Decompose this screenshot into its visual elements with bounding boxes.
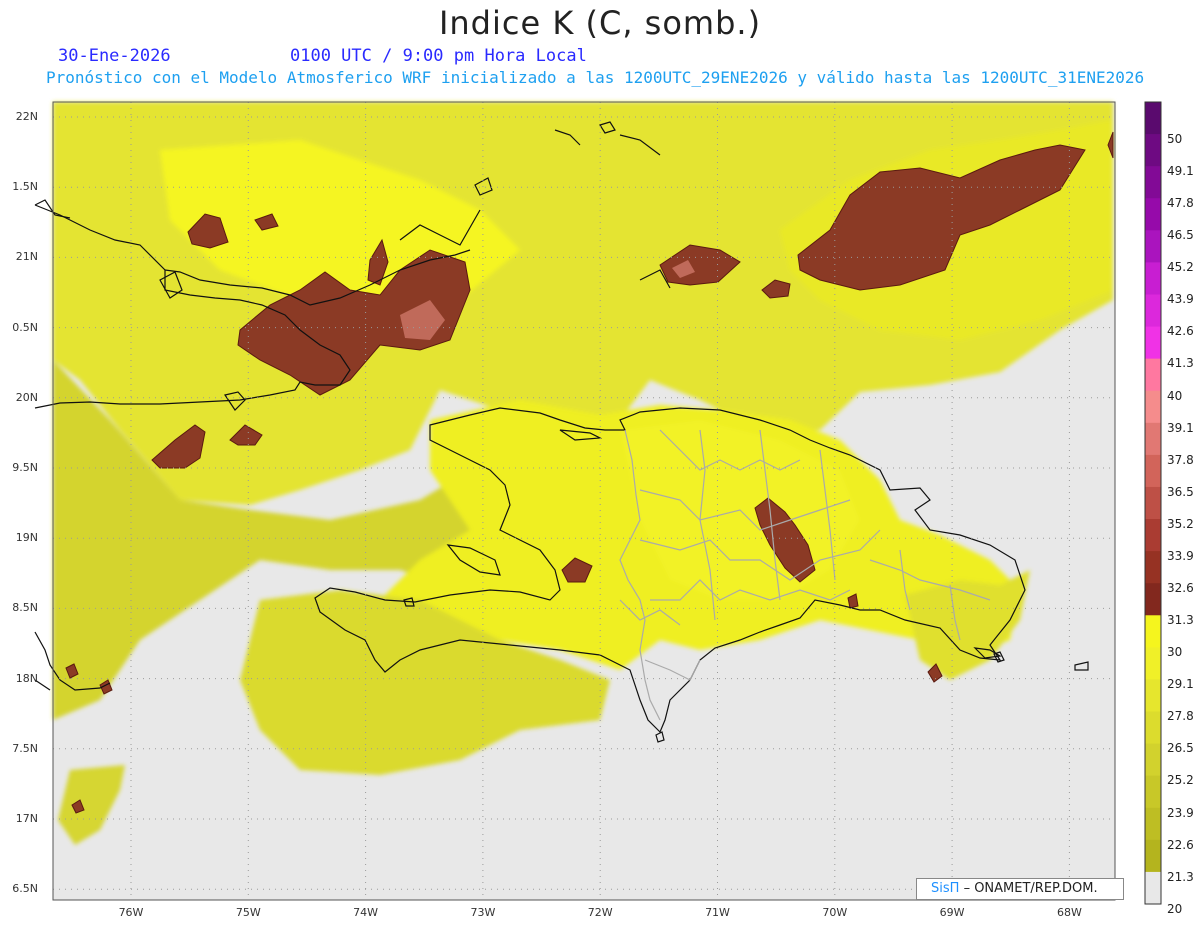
- latitude-label: 21N: [15, 250, 38, 264]
- latitude-label: 7.5N: [12, 741, 38, 755]
- color-scale-cell: [1145, 583, 1161, 616]
- color-scale-cell: [1145, 166, 1161, 199]
- color-scale-label: 23.9: [1167, 805, 1194, 820]
- credit-box: SisΠ – ONAMET/REP.DOM.: [916, 878, 1124, 900]
- longitude-label: 75W: [235, 906, 261, 919]
- color-scale-cell: [1145, 326, 1161, 360]
- color-scale-cell: [1145, 679, 1161, 713]
- color-scale-cell: [1145, 102, 1161, 135]
- color-scale-cell: [1145, 615, 1161, 648]
- color-scale-label: 21.3: [1167, 869, 1194, 884]
- color-scale-cell: [1145, 134, 1161, 167]
- color-scale-label: 49.1: [1167, 163, 1194, 178]
- latitude-label: 6.5N: [12, 882, 38, 896]
- color-scale-cell: [1145, 647, 1161, 680]
- credit-brand: SisΠ: [931, 881, 960, 896]
- color-scale-label: 27.8: [1167, 709, 1194, 724]
- latitude-label: 19N: [15, 531, 38, 545]
- color-scale-label: 39.1: [1167, 420, 1194, 435]
- color-scale-label: 22.6: [1167, 837, 1194, 852]
- latitude-label: 17N: [15, 812, 38, 825]
- color-scale-cell: [1145, 743, 1161, 777]
- longitude-label: 74W: [353, 906, 379, 919]
- longitude-label: 71W: [705, 906, 730, 919]
- color-scale-label: 33.9: [1167, 548, 1194, 563]
- latitude-label: 20N: [15, 390, 38, 404]
- color-scale-label: 36.5: [1167, 484, 1194, 499]
- latitude-label: 8.5N: [12, 601, 38, 615]
- latitude-label: 18N: [15, 671, 38, 685]
- color-scale-cell: [1145, 454, 1161, 488]
- color-scale-label: 46.5: [1167, 228, 1194, 243]
- color-scale-cell: [1145, 230, 1161, 263]
- color-scale-cell: [1145, 390, 1161, 424]
- color-scale-label: 29.1: [1167, 677, 1194, 692]
- color-scale-cell: [1145, 294, 1161, 328]
- color-scale-label: 47.8: [1167, 196, 1194, 211]
- longitude-label: 69W: [939, 906, 965, 919]
- color-scale-bar: [1145, 102, 1161, 904]
- longitude-label: 70W: [822, 906, 848, 919]
- longitude-label: 72W: [587, 906, 613, 919]
- color-scale-cell: [1145, 807, 1161, 841]
- longitude-label: 73W: [470, 906, 496, 919]
- color-scale-label: 40: [1167, 388, 1183, 403]
- color-scale-label: 32.6: [1167, 580, 1194, 595]
- color-scale-cell: [1145, 358, 1161, 392]
- color-scale-label: 30: [1167, 645, 1183, 660]
- color-scale-label: 20: [1167, 901, 1183, 916]
- color-scale-cell: [1145, 519, 1161, 552]
- color-scale-label: 43.9: [1167, 292, 1194, 307]
- latitude-label: 0.5N: [12, 320, 38, 334]
- color-scale-cell: [1145, 711, 1161, 745]
- color-scale-cell-below: [1145, 871, 1161, 904]
- color-scale-cell: [1145, 551, 1161, 584]
- color-scale-cell: [1145, 198, 1161, 231]
- color-scale-cell: [1145, 262, 1161, 295]
- k-index-map: [34, 101, 1162, 905]
- color-scale-label: 45.2: [1167, 260, 1194, 275]
- longitude-label: 68W: [1056, 906, 1082, 919]
- color-scale-cell: [1145, 839, 1161, 873]
- latitude-label: 9.5N: [12, 461, 38, 474]
- latitude-label: 1.5N: [12, 180, 38, 194]
- credit-text: – ONAMET/REP.DOM.: [963, 881, 1098, 896]
- longitude-label: 76W: [118, 906, 144, 919]
- color-scale-cell: [1145, 775, 1161, 809]
- color-scale-label: 37.8: [1167, 452, 1194, 467]
- color-scale-label: 50: [1167, 131, 1183, 146]
- color-scale-label: 42.6: [1167, 324, 1194, 339]
- color-scale-cell: [1145, 486, 1161, 520]
- color-scale-cell: [1145, 422, 1161, 456]
- color-scale-label: 41.3: [1167, 356, 1194, 371]
- color-scale-label: 26.5: [1167, 741, 1194, 756]
- color-scale-label: 25.2: [1167, 773, 1194, 788]
- color-scale-label: 35.2: [1167, 516, 1194, 531]
- color-scale-label: 31.3: [1167, 613, 1194, 628]
- latitude-label: 22N: [15, 110, 38, 123]
